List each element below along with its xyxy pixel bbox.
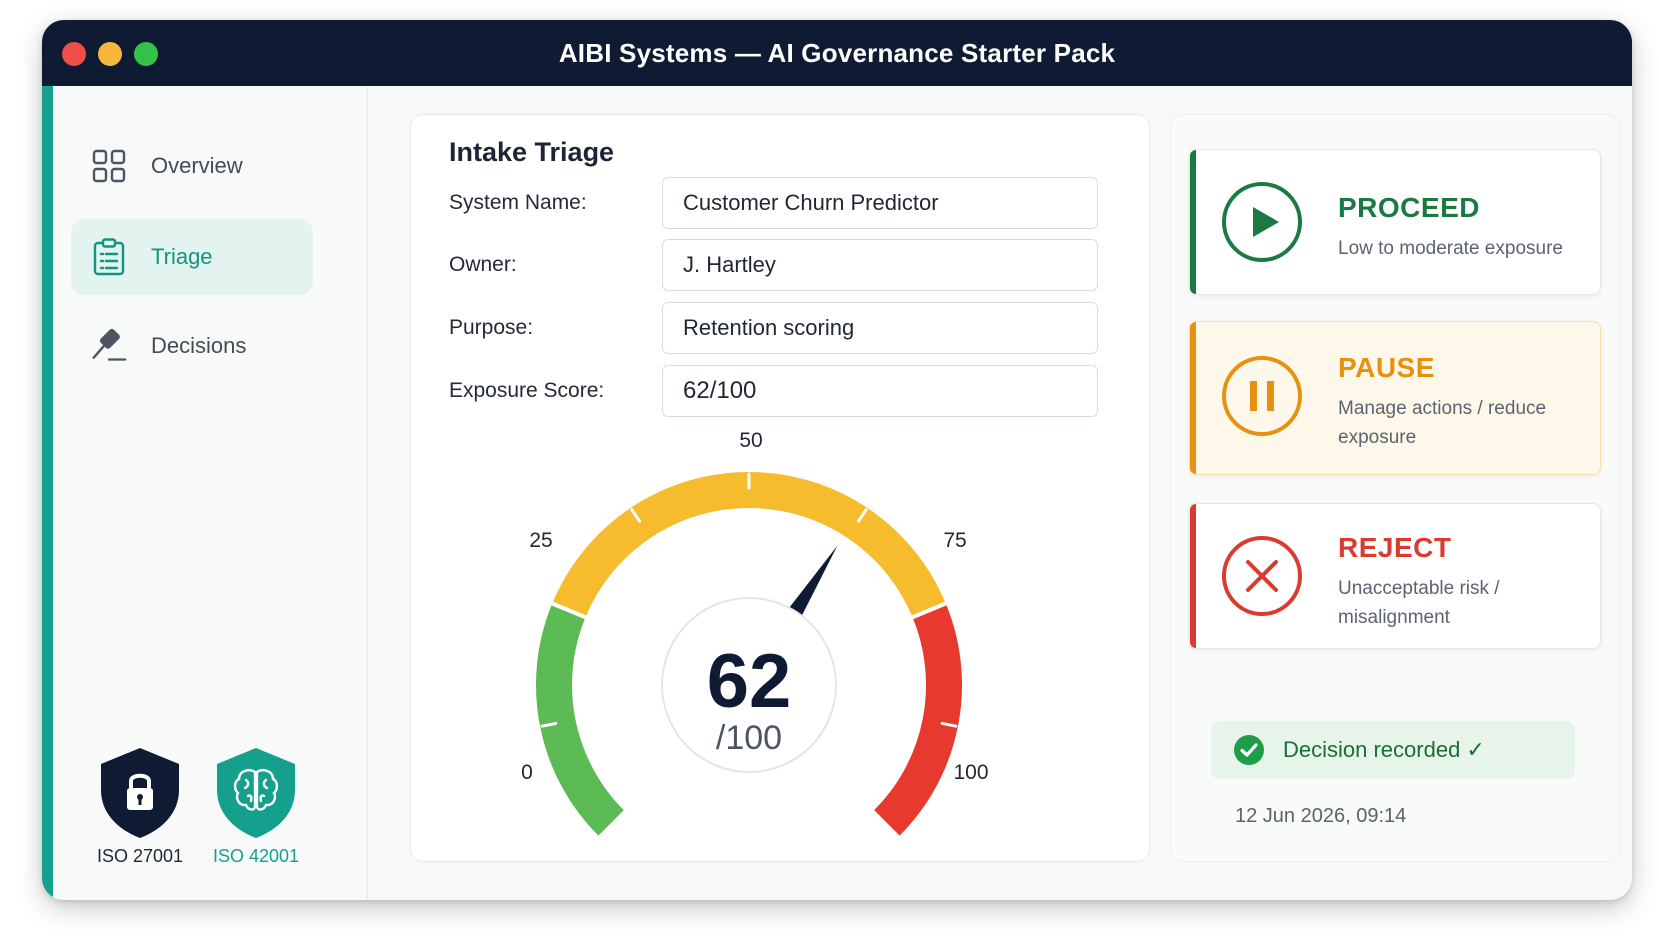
gauge-band-1: [552, 472, 946, 618]
gauge-tick-label: 0: [521, 761, 533, 784]
sidebar-item-label: Overview: [151, 153, 243, 178]
sidebar-item-decisions[interactable]: Decisions: [71, 308, 313, 384]
iso-42001-badge: ISO 42001: [201, 746, 311, 867]
option-title: REJECT: [1338, 532, 1452, 563]
option-description: Manage actions / reduce exposure: [1338, 398, 1547, 448]
gauge-tick-label: 75: [943, 529, 966, 552]
proceed-option[interactable]: PROCEED Low to moderate exposure: [1189, 149, 1601, 295]
cert-label: ISO 42001: [212, 846, 300, 866]
close-icon: [1222, 536, 1302, 616]
check-circle-icon: [1234, 735, 1264, 765]
title-bar: AIBI Systems — AI Governance Starter Pac…: [42, 20, 1632, 86]
decision-timestamp: 12 Jun 2026, 09:14: [1235, 805, 1407, 827]
option-stripe: [1190, 322, 1196, 474]
pause-icon: [1222, 356, 1302, 436]
window-controls: [62, 42, 158, 66]
option-description: Unacceptable risk / misalignment: [1338, 578, 1500, 628]
gauge-band-0: [536, 603, 625, 836]
close-window-button[interactable]: [62, 42, 86, 66]
exposure-gauge: 0 25 50 75 100 62 /100: [521, 429, 989, 836]
iso-27001-badge: ISO 27001: [85, 746, 195, 867]
option-title: PAUSE: [1338, 352, 1435, 383]
gauge-max: /100: [716, 719, 782, 757]
option-description: Low to moderate exposure: [1338, 238, 1563, 259]
maximize-window-button[interactable]: [134, 42, 158, 66]
option-title: PROCEED: [1338, 192, 1480, 223]
app-window: AIBI Systems — AI Governance Starter Pac…: [42, 20, 1632, 900]
pause-option[interactable]: PAUSE Manage actions / reduce exposure: [1189, 321, 1601, 475]
intake-triage-card: Intake Triage System Name: Customer Chur…: [410, 114, 1150, 862]
option-stripe: [1190, 504, 1196, 648]
gauge-tick-label: 25: [529, 529, 552, 552]
sidebar: Overview Triage Decisions ISO 27001 ISO …: [53, 86, 368, 900]
sidebar-item-label: Triage: [151, 244, 213, 269]
decision-recorded-banner: Decision recorded ✓: [1211, 721, 1575, 779]
gavel-icon: [91, 328, 127, 364]
play-icon: [1222, 182, 1302, 262]
sidebar-item-triage[interactable]: Triage: [71, 219, 313, 295]
gauge-value: 62: [707, 639, 792, 724]
grid-icon: [91, 148, 127, 184]
gauge-tick-label: 100: [953, 761, 988, 784]
minimize-window-button[interactable]: [98, 42, 122, 66]
decision-panel: PROCEED Low to moderate exposure PAUSE M…: [1170, 114, 1620, 862]
clipboard-icon: [91, 238, 127, 276]
lock-shield-icon: [101, 748, 179, 838]
window-title: AIBI Systems — AI Governance Starter Pac…: [558, 37, 1116, 68]
sidebar-item-label: Decisions: [151, 333, 247, 358]
option-stripe: [1190, 150, 1196, 294]
brain-shield-icon: [217, 748, 295, 838]
gauge-band-2: [873, 603, 962, 836]
cert-label: ISO 27001: [96, 846, 184, 866]
reject-option[interactable]: REJECT Unacceptable risk / misalignment: [1189, 503, 1601, 649]
accent-bar: [42, 86, 53, 900]
decision-recorded-text: Decision recorded ✓: [1283, 737, 1485, 762]
gauge-tick-label: 50: [739, 429, 762, 452]
sidebar-item-overview[interactable]: Overview: [71, 128, 313, 204]
